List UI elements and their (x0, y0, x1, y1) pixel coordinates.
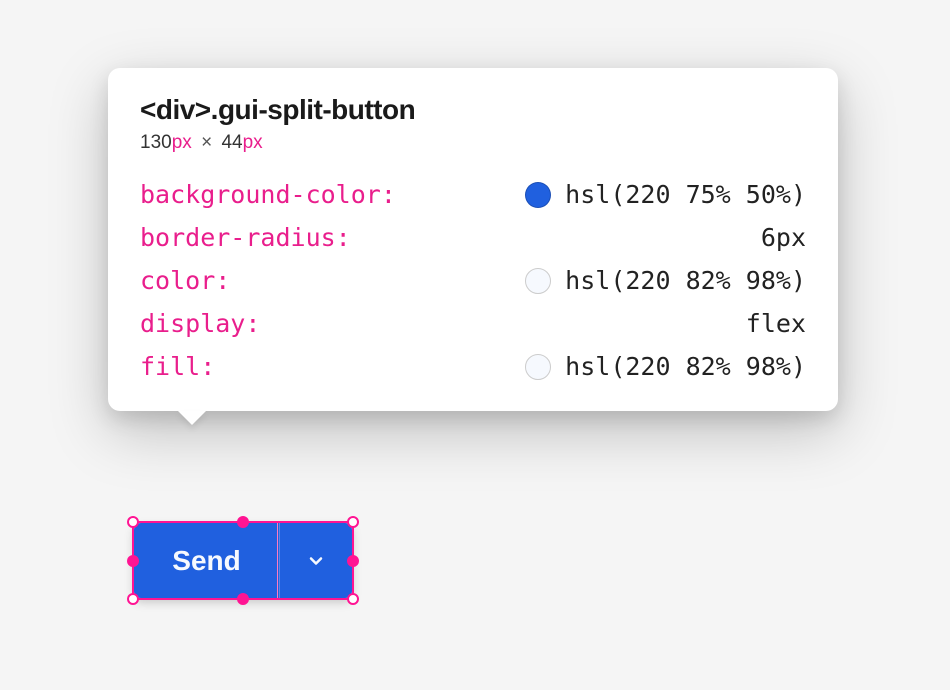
color-swatch-icon (525, 354, 551, 380)
element-tag-name: <div> (140, 94, 211, 125)
css-property-name: background-color: (140, 180, 396, 209)
height-unit: px (243, 132, 263, 153)
send-button[interactable]: Send (134, 523, 280, 598)
height-value: 44 (221, 132, 242, 153)
css-properties-list: background-color: hsl(220 75% 50%) borde… (140, 180, 806, 381)
css-property-row: border-radius: 6px (140, 223, 806, 252)
css-property-value: hsl(220 82% 98%) (565, 266, 806, 295)
width-value: 130 (140, 132, 172, 153)
css-property-value: flex (746, 309, 806, 338)
css-property-value: hsl(220 82% 98%) (565, 352, 806, 381)
devtools-tooltip: <div>.gui-split-button 130px × 44px back… (108, 68, 838, 411)
css-property-name: fill: (140, 352, 215, 381)
css-property-name: display: (140, 309, 260, 338)
css-property-value: 6px (761, 223, 806, 252)
chevron-down-icon (306, 551, 326, 571)
color-swatch-icon (525, 268, 551, 294)
css-property-value: hsl(220 75% 50%) (565, 180, 806, 209)
element-dimensions: 130px × 44px (140, 132, 806, 154)
dropdown-toggle-button[interactable] (280, 523, 352, 598)
color-swatch-icon (525, 182, 551, 208)
gui-split-button[interactable]: Send (134, 523, 352, 598)
split-button-container: Send (134, 523, 352, 598)
dimension-separator: × (201, 132, 212, 153)
css-property-name: color: (140, 266, 230, 295)
width-unit: px (172, 132, 192, 153)
css-property-row: color: hsl(220 82% 98%) (140, 266, 806, 295)
tooltip-tail (178, 411, 206, 425)
css-property-row: background-color: hsl(220 75% 50%) (140, 180, 806, 209)
element-selector: <div>.gui-split-button (140, 94, 806, 126)
send-button-label: Send (172, 545, 240, 577)
css-property-name: border-radius: (140, 223, 351, 252)
element-class-name: .gui-split-button (211, 94, 416, 125)
css-property-row: display: flex (140, 309, 806, 338)
css-property-row: fill: hsl(220 82% 98%) (140, 352, 806, 381)
